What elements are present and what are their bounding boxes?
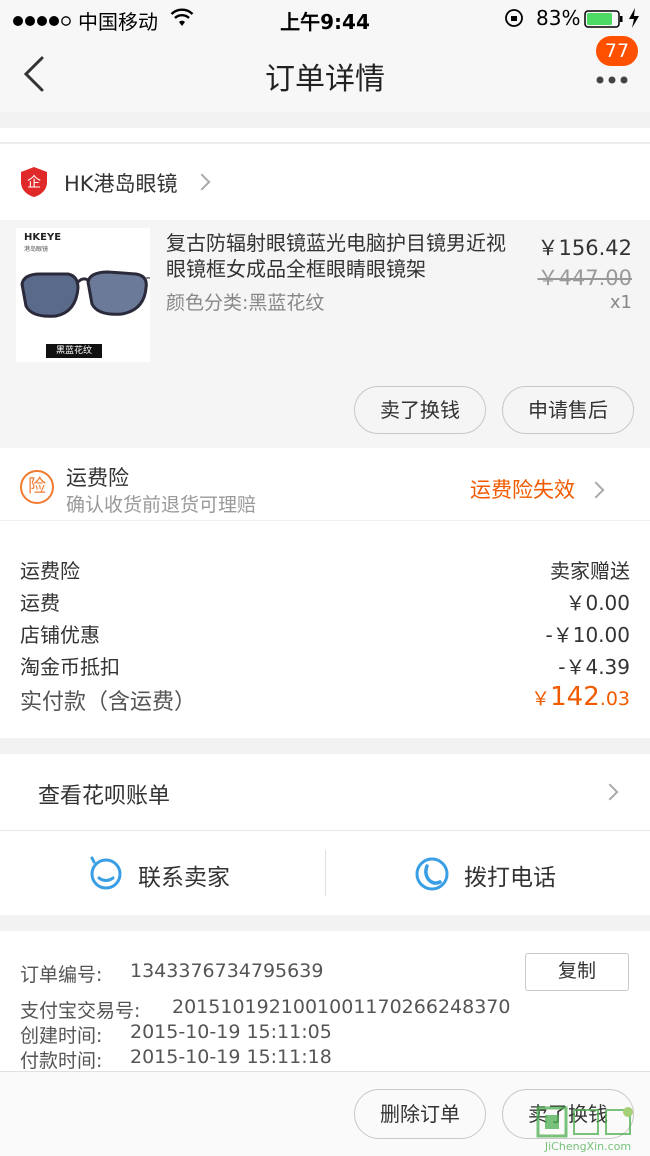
watermark-logo-icon <box>536 1106 633 1138</box>
order-number: 1343376734795639 <box>130 960 324 982</box>
message-count-badge: 77 <box>596 36 638 66</box>
battery-icon <box>584 9 624 33</box>
rotation-lock-icon <box>504 8 524 33</box>
huabei-row[interactable]: 查看花呗账单 <box>0 754 650 830</box>
summary-rows: 运费险 卖家赠送 运费 ￥0.00 店铺优惠 -￥10.00 淘金币抵扣 -￥4… <box>20 555 630 683</box>
total-amount: ￥142.03 <box>531 682 630 712</box>
delete-order-button[interactable]: 删除订单 <box>354 1089 486 1139</box>
divider <box>325 850 326 896</box>
status-bar: 中国移动 上午9:44 83% <box>0 0 650 36</box>
summary-row-label: 运费 <box>20 591 60 615</box>
product-caption: 黑蓝花纹 <box>55 346 92 356</box>
chevron-right-icon <box>601 783 619 801</box>
summary-row: 淘金币抵扣 -￥4.39 <box>20 651 630 683</box>
created-time: 2015-10-19 15:11:05 <box>130 1021 332 1043</box>
charging-bolt-icon <box>628 8 640 33</box>
product-brand-label: HKEYE <box>24 232 62 243</box>
insurance-status-link[interactable]: 运费险失效 <box>460 472 630 506</box>
insurance-icon: 险 <box>20 470 54 504</box>
battery-percent: 83% <box>536 6 581 30</box>
paid-time: 2015-10-19 15:11:18 <box>130 1046 332 1068</box>
summary-row: 店铺优惠 -￥10.00 <box>20 619 630 651</box>
created-time-label: 创建时间: <box>20 1025 103 1047</box>
copy-button[interactable]: 复制 <box>525 953 629 991</box>
gap <box>0 112 650 128</box>
chat-icon <box>90 856 122 890</box>
summary-row-value: -￥4.39 <box>558 655 630 679</box>
alipay-no: 2015101921001001170266248370 <box>172 996 511 1018</box>
product-quantity: x1 <box>609 292 632 313</box>
svg-text:企: 企 <box>27 174 41 191</box>
summary-row-label: 店铺优惠 <box>20 623 100 647</box>
alipay-no-label: 支付宝交易号: <box>20 1000 141 1022</box>
chevron-right-icon <box>193 173 211 191</box>
total-decimal: .03 <box>599 688 630 710</box>
order-number-label: 订单编号: <box>20 964 103 986</box>
watermark-text: JiChengXin.com <box>544 1140 632 1153</box>
call-phone-label: 拨打电话 <box>464 865 556 891</box>
insurance-title: 运费险 <box>66 466 129 490</box>
product-caption-box: 黑蓝花纹 <box>46 344 102 358</box>
insurance-desc: 确认收货前退货可理赔 <box>66 494 257 516</box>
total-label: 实付款（含运费） <box>20 690 197 715</box>
product-spec: 颜色分类:黑蓝花纹 <box>166 292 325 314</box>
huabei-label: 查看花呗账单 <box>38 784 171 809</box>
total-integer: 142 <box>550 682 600 712</box>
product-price: ￥156.42 <box>537 236 632 260</box>
more-dots-icon <box>596 76 628 84</box>
glasses-icon <box>20 270 150 318</box>
summary-row-label: 运费险 <box>20 559 80 583</box>
sell-button[interactable]: 卖了换钱 <box>354 386 486 434</box>
chevron-right-icon <box>587 481 605 499</box>
summary-row-label: 淘金币抵扣 <box>20 655 120 679</box>
divider <box>0 520 650 521</box>
total-currency: ￥ <box>531 688 551 710</box>
thin-strip <box>0 128 650 142</box>
product-image[interactable]: HKEYE 港岛眼镜 黑蓝花纹 <box>16 228 150 362</box>
insurance-status: 运费险失效 <box>470 478 575 502</box>
shop-name: HK港岛眼镜 <box>64 172 178 196</box>
page-title: 订单详情 <box>265 62 385 97</box>
shop-header[interactable]: 企 HK港岛眼镜 <box>0 144 650 220</box>
summary-row-value: ￥0.00 <box>565 591 630 615</box>
after-sale-button[interactable]: 申请售后 <box>502 386 634 434</box>
summary-row-value: -￥10.00 <box>545 623 630 647</box>
product-brand-sub: 港岛眼镜 <box>24 246 49 253</box>
summary-row: 运费 ￥0.00 <box>20 587 630 619</box>
product-original-price: ￥447.00 <box>537 266 632 290</box>
phone-icon <box>415 857 449 891</box>
product-title[interactable]: 复古防辐射眼镜蓝光电脑护目镜男近视眼镜框女成品全框眼睛眼镜架 <box>166 230 514 282</box>
paid-time-label: 付款时间: <box>20 1050 103 1072</box>
contact-seller-label: 联系卖家 <box>138 865 230 891</box>
summary-row-value: 卖家赠送 <box>550 559 630 583</box>
summary-row: 运费险 卖家赠送 <box>20 555 630 587</box>
contact-seller-button[interactable]: 联系卖家 <box>86 852 256 896</box>
more-button[interactable] <box>594 70 634 84</box>
watermark: JiChengXin.com <box>532 1104 644 1154</box>
shop-badge-icon: 企 <box>20 166 48 202</box>
call-phone-button[interactable]: 拨打电话 <box>412 852 582 896</box>
